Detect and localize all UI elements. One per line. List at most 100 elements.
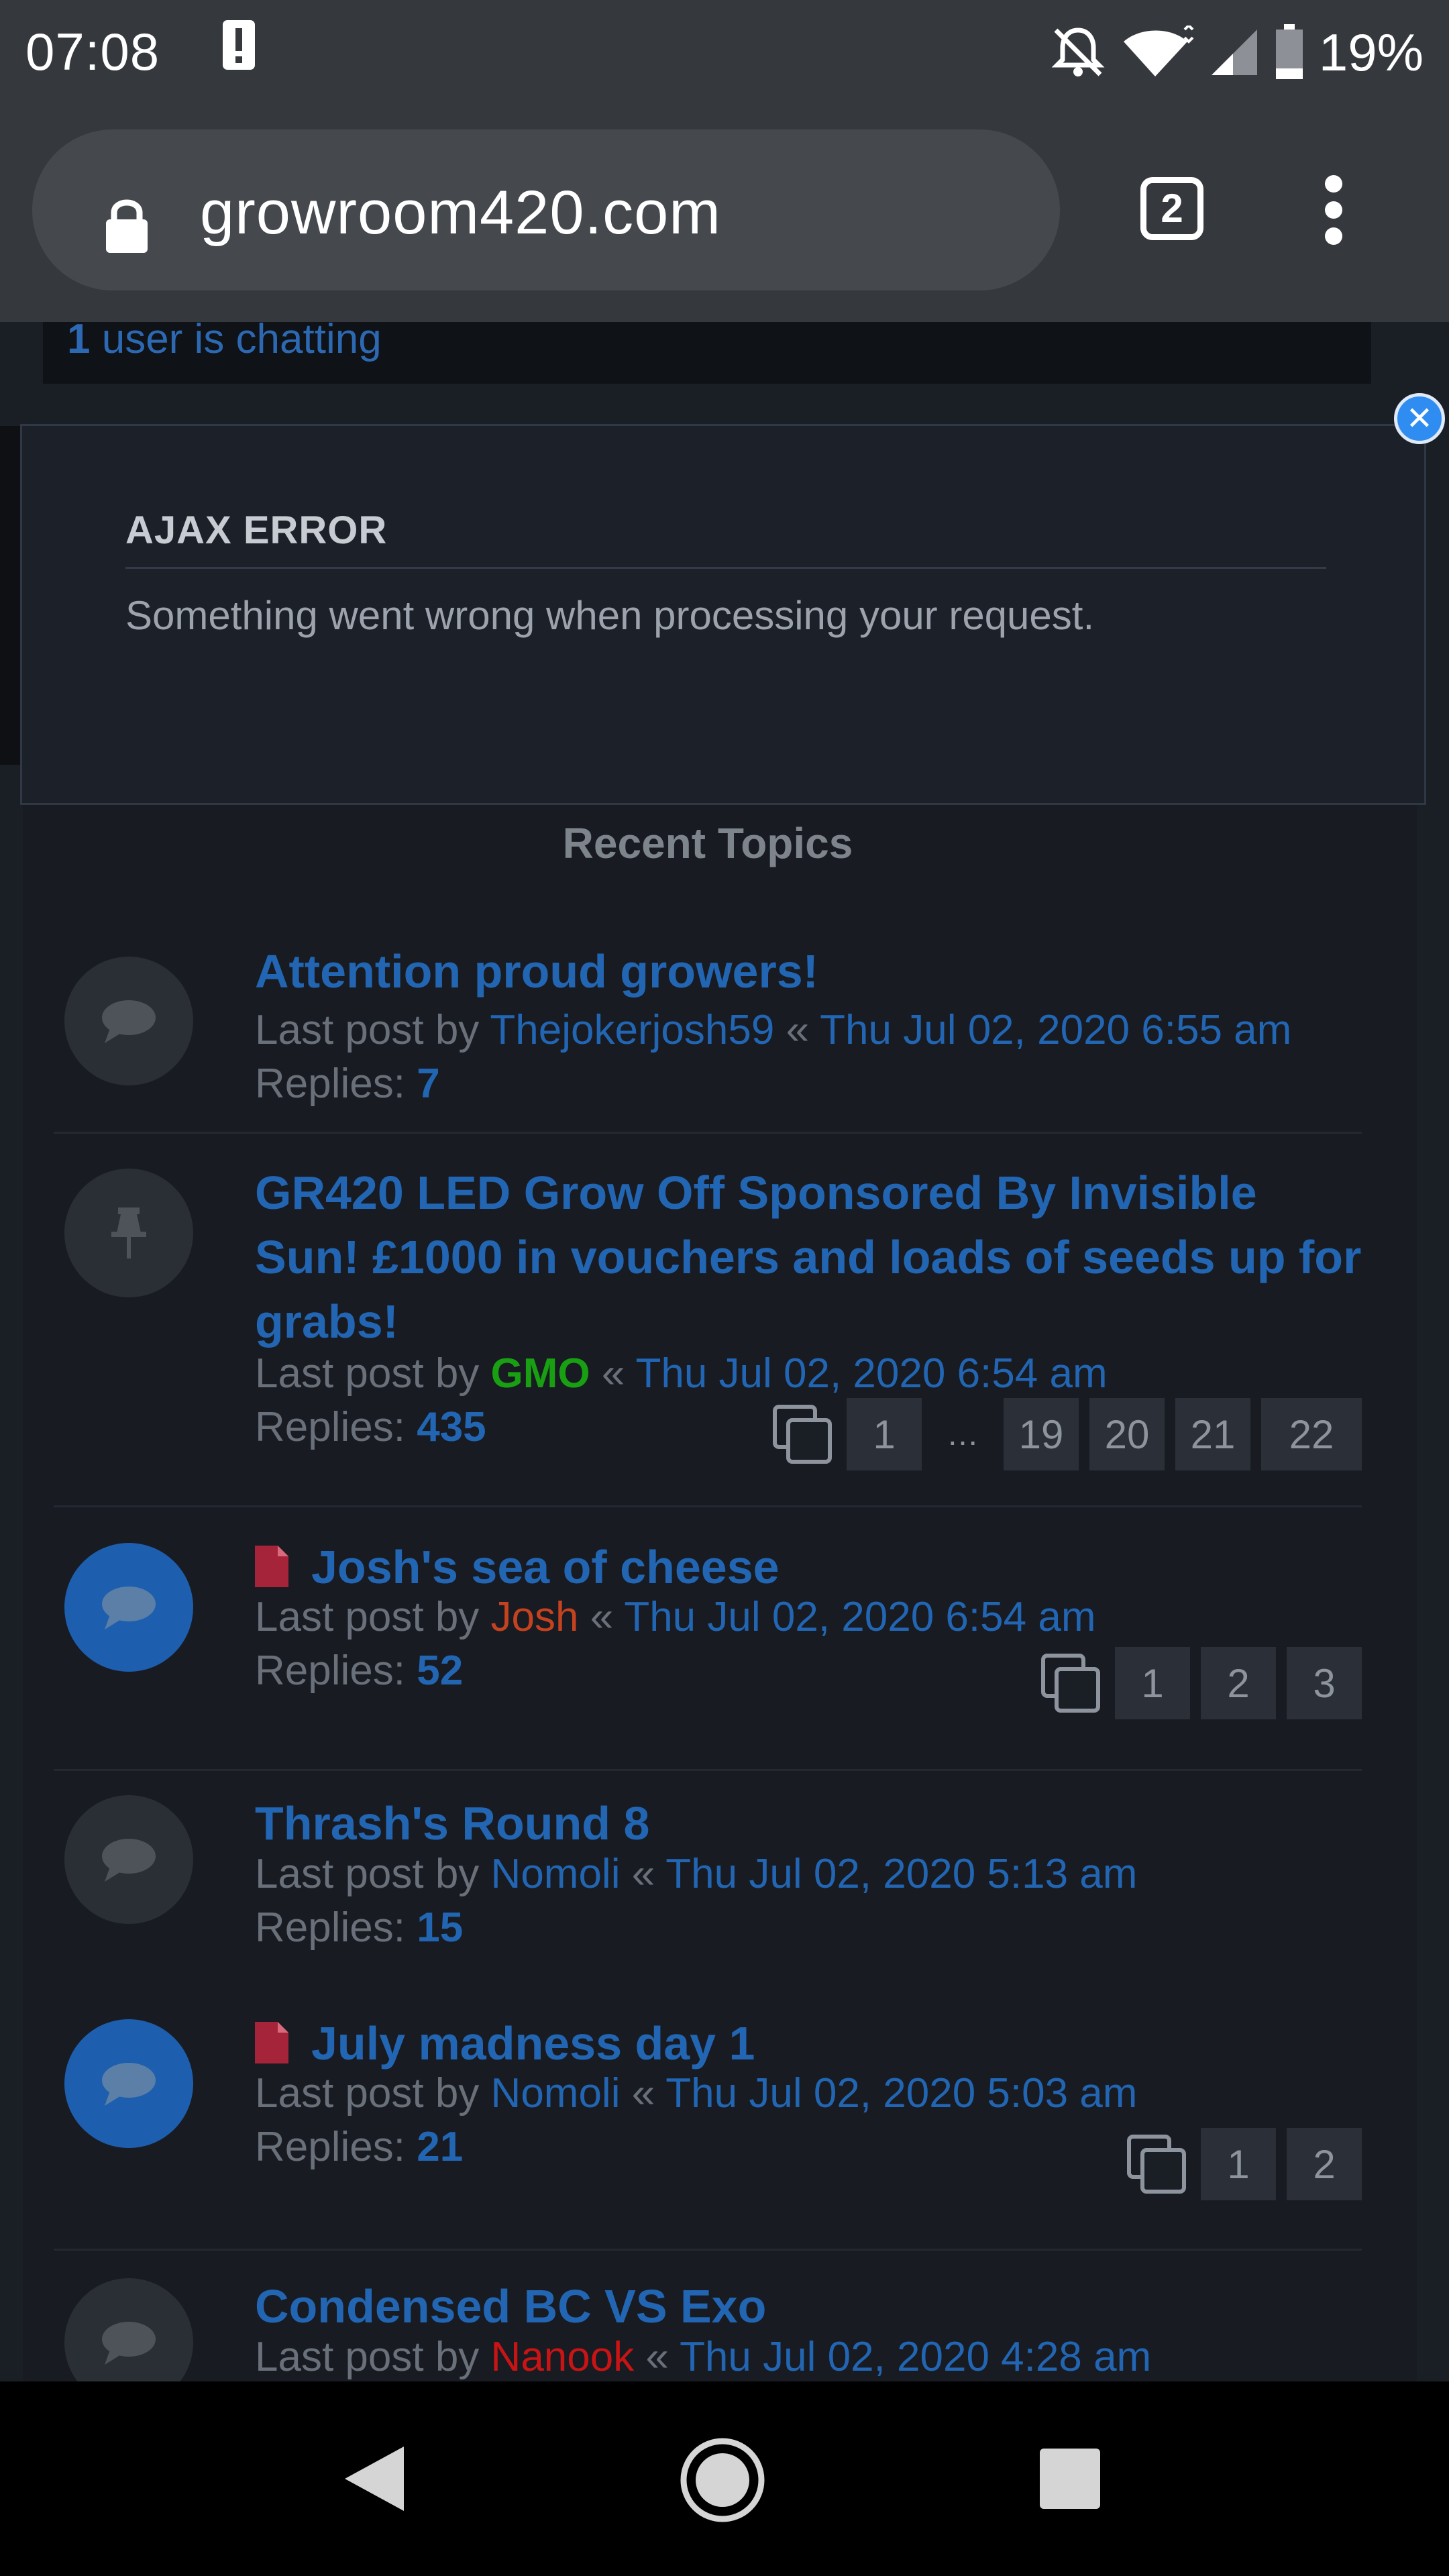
chat-status[interactable]: 1 user is chatting (67, 322, 382, 363)
topic-item: Josh's sea of cheese Last post by Josh «… (54, 1541, 1362, 1771)
divider (54, 1505, 1362, 1507)
page-link[interactable]: 22 (1261, 1398, 1362, 1470)
status-time: 07:08 (25, 22, 160, 81)
replies-label: Replies: (255, 1404, 417, 1450)
close-icon[interactable]: ✕ (1394, 393, 1445, 444)
browser-toolbar: growroom420.com 2 (0, 104, 1449, 322)
recent-topics-header: Recent Topics (562, 819, 853, 867)
topic-replies: Replies: 435 (255, 1403, 486, 1451)
topic-last-post: Last post by Thejokerjosh59 « Thu Jul 02… (255, 1006, 1291, 1054)
topic-item: Attention proud growers! Last post by Th… (54, 939, 1362, 1134)
topic-replies: Replies: 15 (255, 1904, 463, 1951)
topic-date[interactable]: Thu Jul 02, 2020 5:13 am (665, 1851, 1137, 1897)
signal-icon (1211, 30, 1257, 75)
chat-bubble-icon (64, 1543, 193, 1672)
url-text[interactable]: growroom420.com (200, 178, 721, 248)
back-icon[interactable] (342, 2445, 405, 2512)
topic-replies: Replies: 52 (255, 1647, 463, 1695)
topic-title[interactable]: GR420 LED Grow Off Sponsored By Invisibl… (255, 1161, 1368, 1354)
pages-icon (1037, 1650, 1104, 1717)
pin-icon (64, 1169, 193, 1297)
topic-user[interactable]: Nomoli (491, 2070, 621, 2116)
topic-last-post: Last post by Nomoli « Thu Jul 02, 2020 5… (255, 1850, 1137, 1898)
page-link[interactable]: 21 (1175, 1398, 1250, 1470)
topic-last-post: Last post by Nomoli « Thu Jul 02, 2020 5… (255, 2070, 1137, 2117)
lock-icon (106, 199, 148, 253)
page-link[interactable]: 19 (1004, 1398, 1079, 1470)
ajax-error-dialog: AJAX ERROR Something went wrong when pro… (20, 424, 1426, 805)
web-page: 1 user is chatting AJAX ERROR Something … (0, 322, 1449, 2381)
last-post-label: Last post by (255, 1851, 491, 1897)
chat-bubble-icon (64, 2019, 193, 2148)
topic-user[interactable]: Nanook (491, 2334, 635, 2380)
topic-title[interactable]: Thrash's Round 8 (255, 1791, 1368, 1856)
replies-count: 21 (417, 2124, 464, 2170)
topic-title[interactable]: Josh's sea of cheese (255, 1535, 1368, 1599)
recents-icon[interactable] (1040, 2449, 1100, 2509)
chat-count: 1 (67, 322, 91, 362)
topic-user[interactable]: GMO (491, 1350, 590, 1397)
ajax-error-title: AJAX ERROR (125, 508, 388, 552)
topic-date[interactable]: Thu Jul 02, 2020 5:03 am (665, 2070, 1137, 2116)
last-post-label: Last post by (255, 1350, 491, 1397)
topic-title[interactable]: Attention proud growers! (255, 939, 1368, 1004)
topic-item: Thrash's Round 8 Last post by Nomoli « T… (54, 1791, 1362, 1989)
tab-switcher-button[interactable]: 2 (1140, 177, 1203, 240)
page-link[interactable]: 1 (1201, 2128, 1276, 2200)
topic-date[interactable]: Thu Jul 02, 2020 4:28 am (680, 2334, 1151, 2380)
topic-date[interactable]: Thu Jul 02, 2020 6:54 am (624, 1594, 1095, 1640)
separator: « (620, 2070, 666, 2116)
replies-count: 7 (417, 1061, 440, 1107)
chat-bubble-icon (64, 957, 193, 1085)
menu-icon[interactable] (1320, 175, 1347, 245)
topic-date[interactable]: Thu Jul 02, 2020 6:55 am (820, 1007, 1291, 1053)
page-link[interactable]: 2 (1201, 1647, 1276, 1719)
topic-last-post: Last post by Nanook « Thu Jul 02, 2020 4… (255, 2333, 1151, 2381)
topic-title-text[interactable]: July madness day 1 (311, 2017, 755, 2070)
last-post-label: Last post by (255, 1594, 491, 1640)
topic-last-post: Last post by GMO « Thu Jul 02, 2020 6:54… (255, 1350, 1108, 1397)
topic-last-post: Last post by Josh « Thu Jul 02, 2020 6:5… (255, 1593, 1095, 1641)
sidebar-shadow (0, 426, 23, 765)
topic-user[interactable]: Josh (491, 1594, 579, 1640)
divider (54, 1769, 1362, 1771)
separator: « (590, 1350, 636, 1397)
home-icon[interactable] (679, 2436, 766, 2524)
bell-off-icon (1051, 28, 1105, 76)
page-link[interactable]: 1 (1115, 1647, 1190, 1719)
topic-title-text[interactable]: Josh's sea of cheese (311, 1541, 780, 1593)
separator: « (774, 1007, 820, 1053)
status-icons: 19% (1051, 19, 1424, 86)
topic-title[interactable]: July madness day 1 (255, 2011, 1368, 2076)
pagination: 1 2 (1123, 2128, 1362, 2200)
replies-label: Replies: (255, 1904, 417, 1951)
replies-count: 435 (417, 1404, 486, 1450)
document-icon (255, 1546, 288, 1587)
battery-percent: 19% (1318, 22, 1424, 82)
document-icon (255, 2022, 288, 2063)
replies-count: 52 (417, 1648, 464, 1694)
separator: « (620, 1851, 666, 1897)
chat-label: user is chatting (90, 322, 382, 362)
page-link[interactable]: 20 (1089, 1398, 1165, 1470)
status-bar: 07:08 19% (0, 0, 1449, 104)
last-post-label: Last post by (255, 2070, 491, 2116)
pagination: 1 … 19 20 21 22 (769, 1398, 1362, 1470)
page-link[interactable]: 2 (1287, 2128, 1362, 2200)
address-bar[interactable]: growroom420.com (32, 129, 1060, 290)
topic-title[interactable]: Condensed BC VS Exo (255, 2274, 1368, 2339)
topic-date[interactable]: Thu Jul 02, 2020 6:54 am (635, 1350, 1107, 1397)
topic-replies: Replies: 7 (255, 1060, 440, 1108)
chat-status-bar: 1 user is chatting (43, 322, 1371, 384)
replies-count: 15 (417, 1904, 464, 1951)
separator: « (634, 2334, 680, 2380)
last-post-label: Last post by (255, 2334, 491, 2380)
replies-label: Replies: (255, 1061, 417, 1107)
topic-user[interactable]: Thejokerjosh59 (490, 1007, 774, 1053)
topic-user[interactable]: Nomoli (491, 1851, 621, 1897)
page-link[interactable]: 3 (1287, 1647, 1362, 1719)
page-link[interactable]: 1 (847, 1398, 922, 1470)
pages-icon (1123, 2131, 1190, 2198)
chat-bubble-icon (64, 2278, 193, 2381)
divider (54, 2249, 1362, 2251)
